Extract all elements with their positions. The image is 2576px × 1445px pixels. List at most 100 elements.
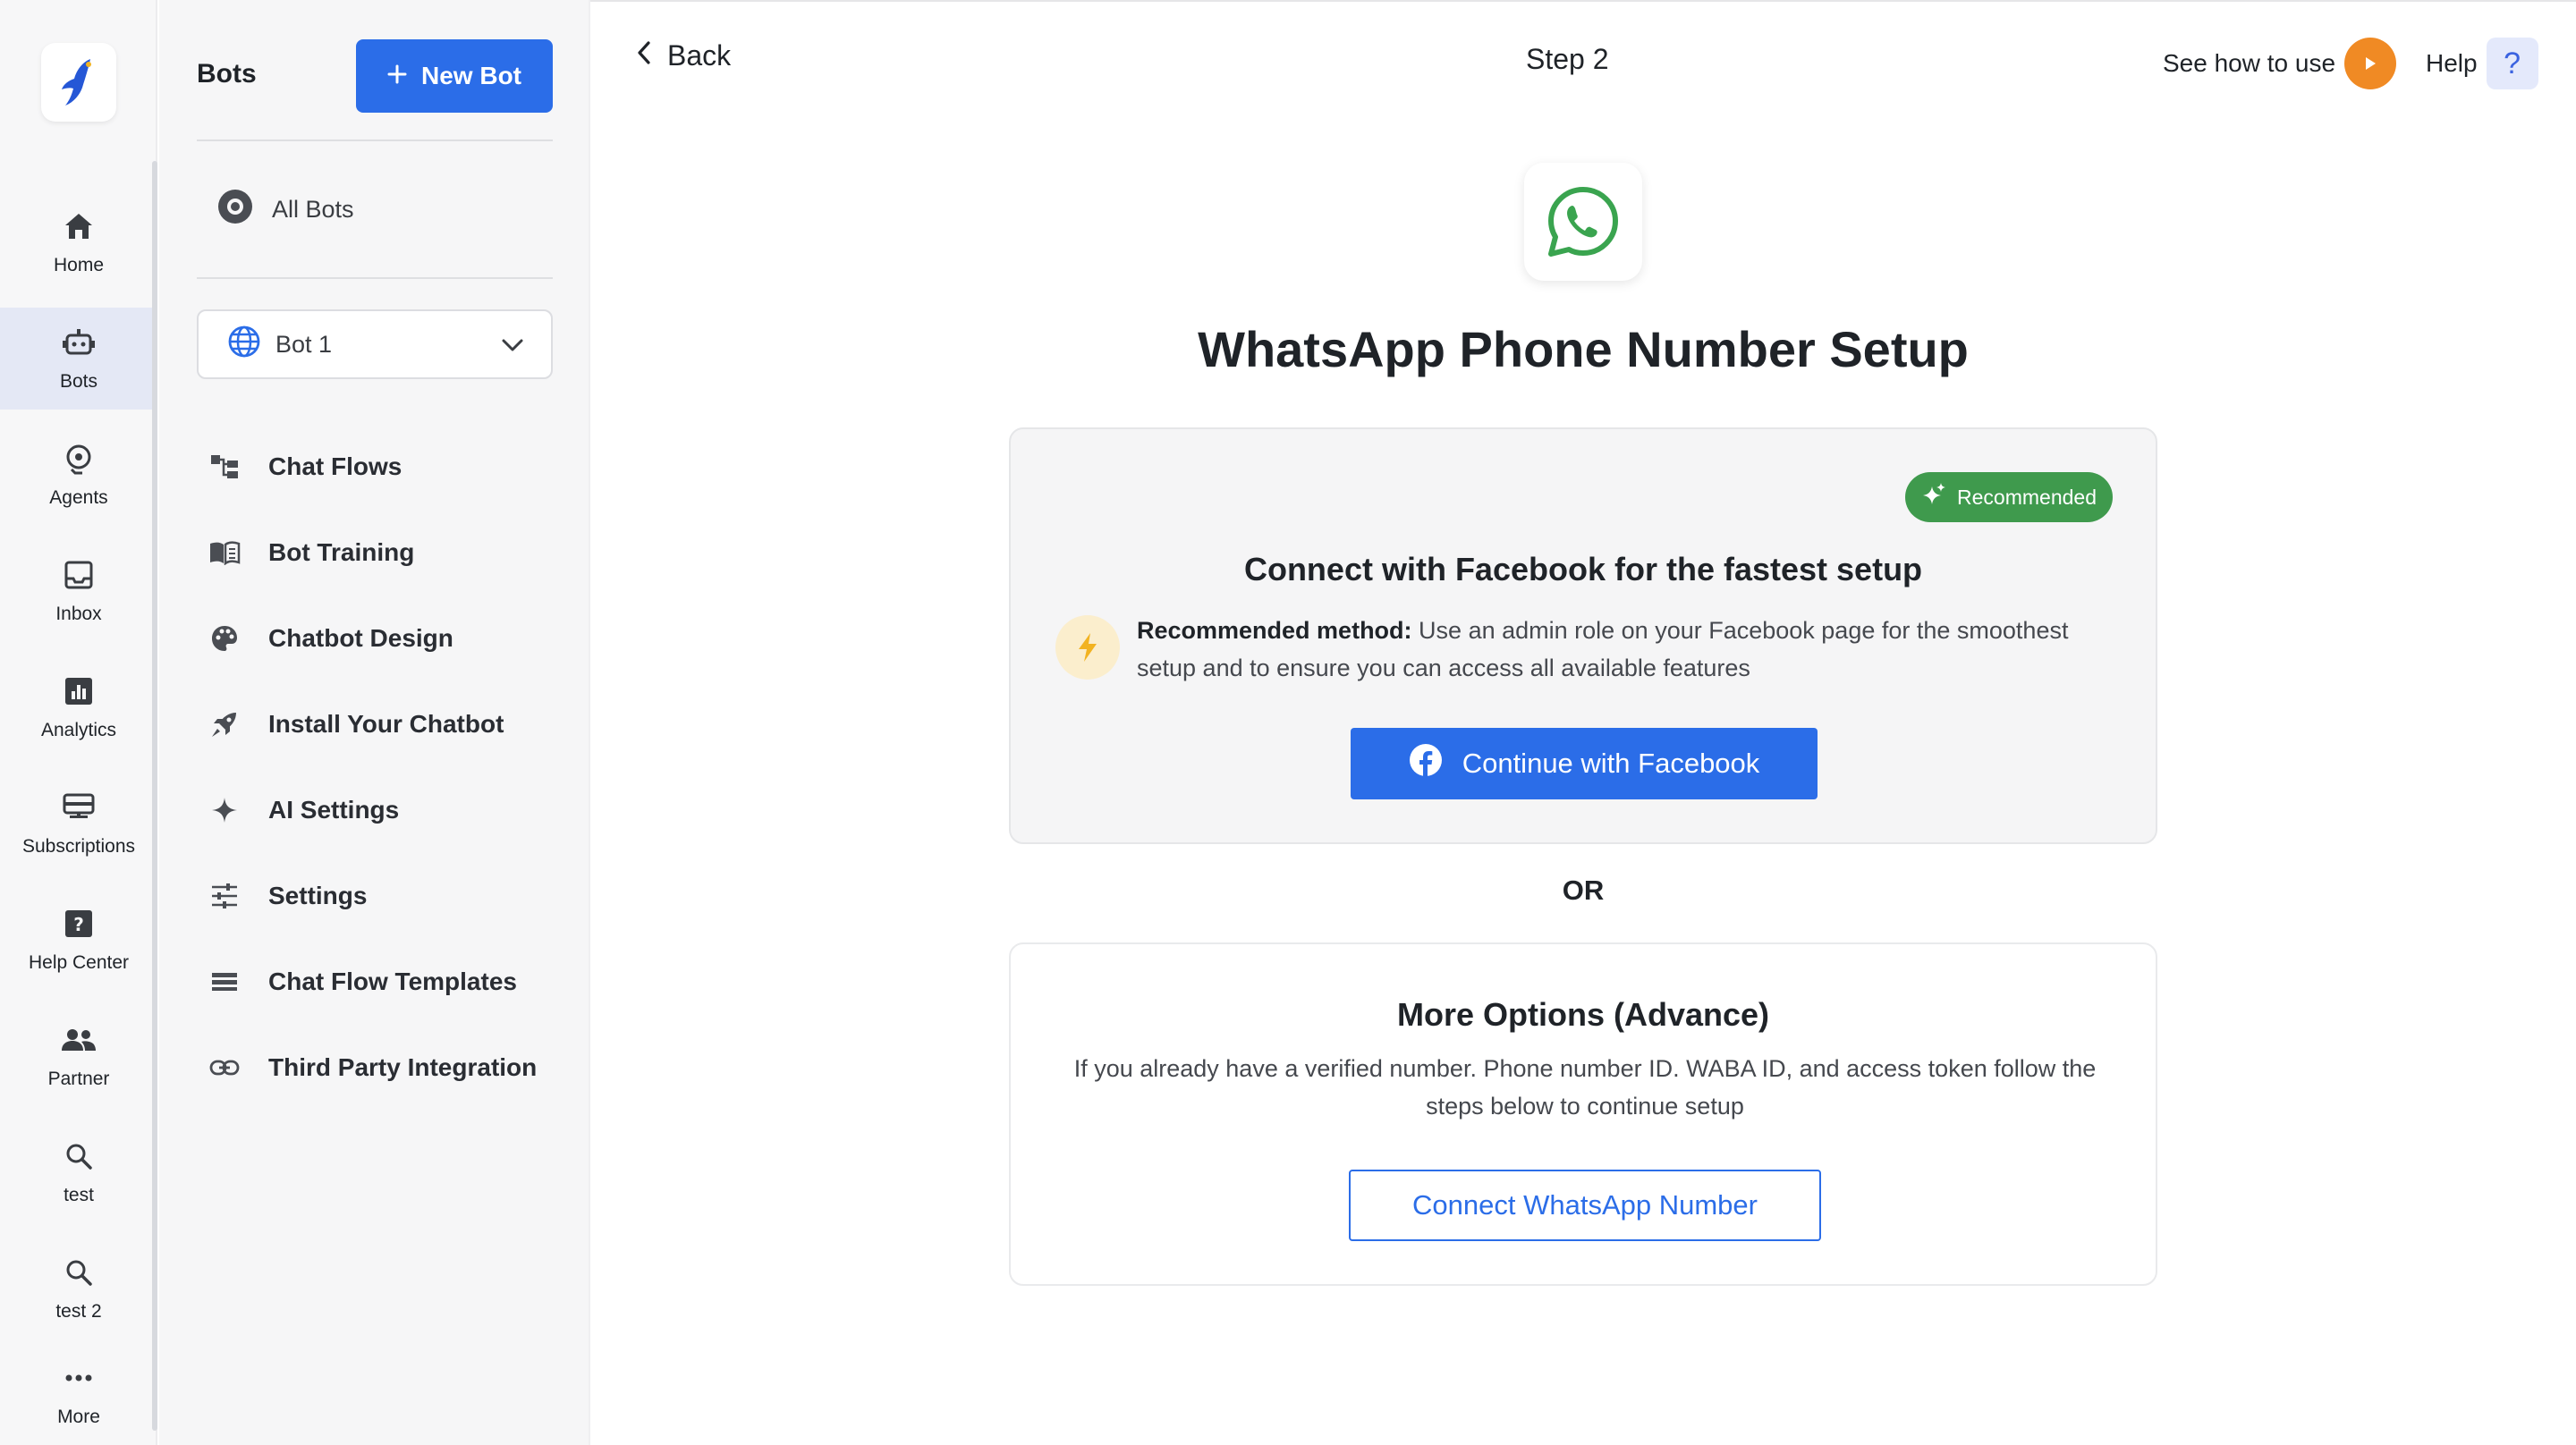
all-bots-link[interactable]: All Bots — [216, 188, 354, 232]
rail-item-label: Bots — [59, 371, 98, 392]
back-label: Back — [667, 39, 732, 72]
facebook-icon — [1409, 743, 1443, 784]
sliders-icon — [208, 879, 242, 913]
facebook-card-title: Connect with Facebook for the fastest se… — [1243, 551, 1923, 587]
menu-item-label: AI Settings — [268, 796, 400, 824]
see-how-to-use-link[interactable]: See how to use — [2163, 38, 2397, 89]
chevron-down-icon — [501, 331, 524, 359]
svg-text:?: ? — [73, 914, 84, 935]
link-icon — [208, 1051, 242, 1085]
bird-logo-icon — [62, 59, 91, 106]
bot-icon — [61, 325, 97, 360]
subscriptions-icon — [61, 790, 97, 825]
home-icon — [61, 208, 97, 244]
help-link[interactable]: Help ? — [2426, 38, 2538, 89]
globe-icon — [227, 325, 261, 365]
chevron-left-icon — [637, 39, 651, 72]
play-icon — [2344, 38, 2397, 89]
menu-item-chat-flows[interactable]: Chat Flows — [208, 424, 565, 510]
help-label: Help — [2426, 49, 2478, 77]
help-center-icon: ? — [61, 906, 97, 942]
continue-with-facebook-button[interactable]: Continue with Facebook — [1351, 728, 1818, 799]
menu-item-third-party[interactable]: Third Party Integration — [208, 1025, 565, 1111]
recommended-method-text: Recommended method: Use an admin role on… — [1137, 612, 2121, 687]
see-how-label: See how to use — [2163, 49, 2336, 77]
menu-item-label: Settings — [268, 882, 368, 909]
sparkle-icon — [208, 793, 242, 827]
rail-item-home[interactable]: Home — [0, 191, 157, 293]
rail-item-partner[interactable]: Partner — [0, 1005, 157, 1107]
menu-item-label: Chat Flow Templates — [268, 968, 517, 995]
rail-item-label: Home — [53, 255, 105, 275]
rail-item-more[interactable]: More — [0, 1343, 157, 1445]
facebook-setup-card: Recommended Connect with Facebook for th… — [1009, 427, 2157, 844]
sidebar-divider — [197, 139, 553, 141]
rocket-icon — [208, 707, 242, 741]
connect-whatsapp-button[interactable]: Connect WhatsApp Number — [1349, 1170, 1821, 1241]
bots-sidebar: Bots New Bot All Bots Bot 1 Chat Flows B… — [159, 0, 590, 1445]
sidebar-divider — [197, 277, 553, 279]
chat-flows-icon — [208, 450, 242, 484]
icon-rail: Home Bots Agents Inbox Analytics Subscri… — [0, 0, 157, 1445]
bot-select-dropdown[interactable]: Bot 1 — [197, 309, 553, 379]
menu-item-label: Bot Training — [268, 538, 415, 566]
partner-icon — [61, 1022, 97, 1058]
or-divider: OR — [1562, 875, 1605, 906]
menu-item-ai-settings[interactable]: AI Settings — [208, 767, 565, 853]
app-logo[interactable] — [41, 43, 116, 122]
menu-item-chatbot-design[interactable]: Chatbot Design — [208, 596, 565, 681]
advanced-card-text: If you already have a verified number. P… — [1073, 1055, 2097, 1120]
advanced-card-title: More Options (Advance) — [1396, 996, 1770, 1033]
recommended-label: Recommended — [1957, 485, 2097, 509]
all-bots-label: All Bots — [272, 195, 354, 223]
rail-item-label: Agents — [49, 487, 108, 508]
rail-item-label: Partner — [47, 1069, 110, 1089]
rail-item-analytics[interactable]: Analytics — [0, 656, 157, 758]
record-icon — [216, 188, 254, 232]
bot-select-value: Bot 1 — [275, 330, 333, 358]
sidebar-title: Bots — [197, 59, 257, 89]
step-indicator: Step 2 — [1526, 43, 1609, 75]
recommended-badge: Recommended — [1905, 472, 2113, 522]
rail-item-agents[interactable]: Agents — [0, 424, 157, 526]
rail-item-label: test — [64, 1185, 94, 1205]
templates-icon — [208, 965, 242, 999]
rail-item-label: Subscriptions — [21, 836, 136, 857]
new-bot-button[interactable]: New Bot — [356, 39, 553, 113]
agent-icon — [61, 441, 97, 477]
method-bold: Recommended method: — [1137, 617, 1412, 644]
rail-item-bots[interactable]: Bots — [0, 308, 157, 410]
menu-item-chat-flow-templates[interactable]: Chat Flow Templates — [208, 939, 565, 1025]
search-icon — [61, 1255, 97, 1290]
menu-item-label: Install Your Chatbot — [268, 710, 504, 738]
bot-menu: Chat Flows Bot Training Chatbot Design I… — [208, 424, 565, 1111]
rail-item-help-center[interactable]: ? Help Center — [0, 889, 157, 991]
rail-item-label: Help Center — [28, 952, 130, 973]
whatsapp-icon — [1548, 187, 1618, 257]
menu-item-label: Chat Flows — [268, 452, 402, 480]
rail-item-test[interactable]: test — [0, 1121, 157, 1223]
more-icon — [61, 1360, 97, 1396]
menu-item-label: Third Party Integration — [268, 1053, 538, 1081]
rail-scrollbar[interactable] — [152, 161, 157, 1431]
menu-item-bot-training[interactable]: Bot Training — [208, 510, 565, 596]
whatsapp-logo — [1524, 163, 1642, 281]
back-button[interactable]: Back — [637, 39, 731, 72]
analytics-icon — [61, 673, 97, 709]
book-icon — [208, 536, 242, 570]
rail-item-subscriptions[interactable]: Subscriptions — [0, 773, 157, 875]
inbox-icon — [61, 557, 97, 593]
menu-item-install-chatbot[interactable]: Install Your Chatbot — [208, 681, 565, 767]
plus-icon — [387, 62, 407, 90]
rail-item-label: test 2 — [55, 1301, 102, 1322]
rail-item-label: More — [57, 1407, 100, 1427]
advanced-options-card: More Options (Advance) If you already ha… — [1009, 942, 2157, 1286]
menu-item-settings[interactable]: Settings — [208, 853, 565, 939]
rail-item-inbox[interactable]: Inbox — [0, 540, 157, 642]
sparkles-icon — [1923, 483, 1946, 511]
rail-item-label: Analytics — [40, 720, 117, 740]
rail-item-test-2[interactable]: test 2 — [0, 1238, 157, 1339]
page-title: WhatsApp Phone Number Setup — [1198, 321, 1969, 377]
question-icon: ? — [2486, 38, 2538, 89]
rail-item-label: Inbox — [55, 604, 102, 624]
